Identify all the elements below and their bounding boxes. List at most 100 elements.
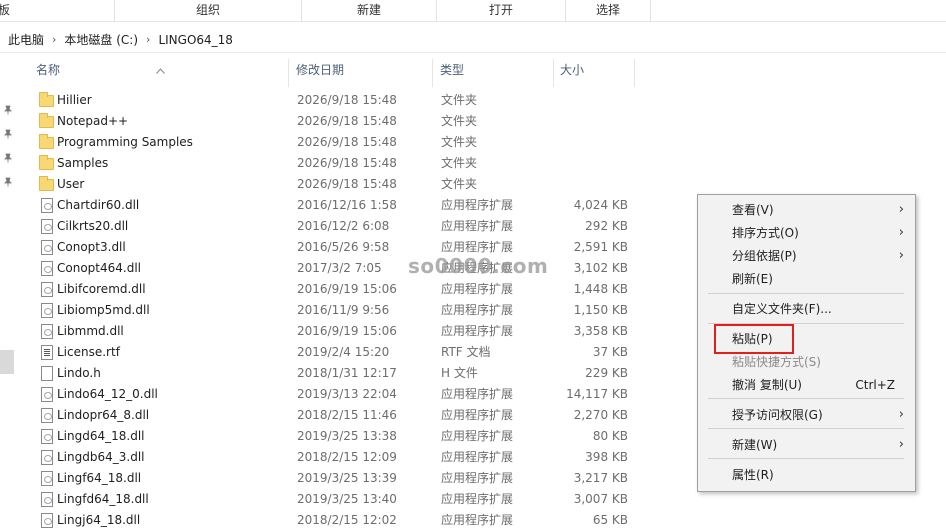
dll-file-icon — [41, 513, 53, 528]
dll-file-icon — [41, 429, 53, 444]
file-type: 文件夹 — [441, 135, 478, 149]
file-type: 文件夹 — [441, 156, 478, 170]
column-date-label: 修改日期 — [296, 63, 345, 77]
file-name: Lingj64_18.dll — [57, 513, 141, 527]
menu-item-label: 粘贴快捷方式(S) — [732, 355, 821, 369]
file-type: 应用程序扩展 — [441, 408, 514, 422]
menu-item-group-by[interactable]: 分组依据(P) › — [698, 245, 915, 267]
menu-item-label: 粘贴(P) — [732, 332, 773, 346]
file-size: 229 KB — [585, 366, 628, 380]
breadcrumb: 此电脑 › 本地磁盘 (C:) › LINGO64_18 — [8, 31, 233, 48]
file-date: 2016/11/9 9:56 — [297, 303, 390, 317]
file-date: 2019/3/13 22:04 — [297, 387, 397, 401]
dll-file-icon — [41, 261, 53, 276]
column-name-header[interactable]: 名称 — [18, 53, 288, 88]
folder-icon — [39, 113, 54, 128]
file-name: Hillier — [57, 93, 92, 107]
breadcrumb-this-pc[interactable]: 此电脑 — [8, 31, 44, 48]
column-name-label: 名称 — [36, 63, 61, 77]
menu-item-refresh[interactable]: 刷新(E) — [698, 268, 915, 290]
breadcrumb-local-disk[interactable]: 本地磁盘 (C:) — [64, 31, 138, 48]
file-type: 文件夹 — [441, 114, 478, 128]
file-row[interactable]: User 2026/9/18 15:48 文件夹 — [18, 174, 946, 195]
ribbon-group-organize[interactable]: 组织 — [115, 0, 301, 22]
nav-selected-item[interactable] — [0, 350, 14, 374]
file-date: 2018/2/15 12:02 — [297, 513, 397, 527]
breadcrumb-chevron-icon[interactable]: › — [146, 33, 150, 46]
rtf-file-icon — [41, 345, 53, 360]
menu-item-label: 排序方式(O) — [732, 226, 799, 240]
chevron-right-icon: › — [898, 248, 904, 263]
menu-item-give-access[interactable]: 授予访问权限(G) › — [698, 404, 915, 426]
file-type: 应用程序扩展 — [441, 429, 514, 443]
file-date: 2016/12/16 1:58 — [297, 198, 397, 212]
file-date: 2019/3/25 13:40 — [297, 492, 397, 506]
file-type: 应用程序扩展 — [441, 303, 514, 317]
dll-file-icon — [41, 282, 53, 297]
navigation-pane[interactable] — [0, 53, 18, 530]
menu-item-customize-folder[interactable]: 自定义文件夹(F)... — [698, 298, 915, 320]
file-size: 1,150 KB — [573, 303, 628, 317]
ribbon-group-new[interactable]: 新建 — [302, 0, 436, 22]
dll-file-icon — [41, 471, 53, 486]
file-size: 292 KB — [585, 219, 628, 233]
dll-file-icon — [41, 492, 53, 507]
pin-icon — [2, 129, 14, 141]
column-divider[interactable] — [634, 59, 635, 87]
file-row[interactable]: Lingfd64_18.dll 2019/3/25 13:40 应用程序扩展 3,00… — [18, 489, 946, 510]
address-bar[interactable]: 此电脑 › 本地磁盘 (C:) › LINGO64_18 — [0, 22, 946, 53]
dll-file-icon — [41, 387, 53, 402]
file-name: Chartdir60.dll — [57, 198, 140, 212]
chevron-right-icon: › — [898, 225, 904, 240]
column-date-header[interactable]: 修改日期 — [278, 53, 422, 88]
file-type: H 文件 — [441, 366, 478, 380]
file-name: Lingd64_18.dll — [57, 429, 145, 443]
menu-separator — [708, 398, 904, 399]
file-size: 3,102 KB — [573, 261, 628, 275]
column-size-header[interactable]: 大小 — [542, 53, 632, 88]
file-date: 2018/1/31 12:17 — [297, 366, 397, 380]
column-type-header[interactable]: 类型 — [422, 53, 540, 88]
file-row[interactable]: Samples 2026/9/18 15:48 文件夹 — [18, 153, 946, 174]
file-row[interactable]: Hillier 2026/9/18 15:48 文件夹 — [18, 90, 946, 111]
file-name: Lindopr64_8.dll — [57, 408, 150, 422]
file-type: 文件夹 — [441, 93, 478, 107]
file-name: Libiomp5md.dll — [57, 303, 150, 317]
file-type: 应用程序扩展 — [441, 450, 514, 464]
menu-item-undo-copy[interactable]: 撤消 复制(U) Ctrl+Z — [698, 374, 915, 396]
menu-item-sort-by[interactable]: 排序方式(O) › — [698, 222, 915, 244]
file-size: 1,448 KB — [573, 282, 628, 296]
dll-file-icon — [41, 240, 53, 255]
column-size-label: 大小 — [560, 63, 585, 77]
column-type-label: 类型 — [440, 63, 465, 77]
file-name: Notepad++ — [57, 114, 129, 128]
ribbon-bar: 板 组织 新建 打开 选择 — [0, 0, 946, 22]
file-type: 应用程序扩展 — [441, 219, 514, 233]
menu-item-new[interactable]: 新建(W) › — [698, 434, 915, 456]
menu-item-label: 刷新(E) — [732, 272, 773, 286]
menu-item-view[interactable]: 查看(V) › — [698, 199, 915, 221]
file-row[interactable]: Programming Samples 2026/9/18 15:48 文件夹 — [18, 132, 946, 153]
menu-item-paste[interactable]: 粘贴(P) — [698, 328, 915, 350]
ribbon-group-clipboard[interactable]: 板 — [0, 0, 14, 22]
breadcrumb-lingo-folder[interactable]: LINGO64_18 — [158, 33, 232, 47]
menu-separator — [708, 323, 904, 324]
ribbon-group-select[interactable]: 选择 — [566, 0, 650, 22]
pin-icon — [2, 177, 14, 189]
file-date: 2016/9/19 15:06 — [297, 324, 397, 338]
ribbon-group-open[interactable]: 打开 — [437, 0, 565, 22]
file-type: RTF 文档 — [441, 345, 491, 359]
file-name: Programming Samples — [57, 135, 193, 149]
file-type: 应用程序扩展 — [441, 492, 514, 506]
file-size: 65 KB — [592, 513, 628, 527]
file-date: 2016/9/19 15:06 — [297, 282, 397, 296]
breadcrumb-chevron-icon[interactable]: › — [52, 33, 56, 46]
file-row[interactable]: Lingj64_18.dll 2018/2/15 12:02 应用程序扩展 65 KB — [18, 510, 946, 530]
file-name: Conopt3.dll — [57, 240, 126, 254]
chevron-right-icon: › — [898, 407, 904, 422]
menu-item-properties[interactable]: 属性(R) — [698, 464, 915, 486]
file-size: 2,591 KB — [573, 240, 628, 254]
file-row[interactable]: Notepad++ 2026/9/18 15:48 文件夹 — [18, 111, 946, 132]
dll-file-icon — [41, 303, 53, 318]
file-name: Cilkrts20.dll — [57, 219, 129, 233]
